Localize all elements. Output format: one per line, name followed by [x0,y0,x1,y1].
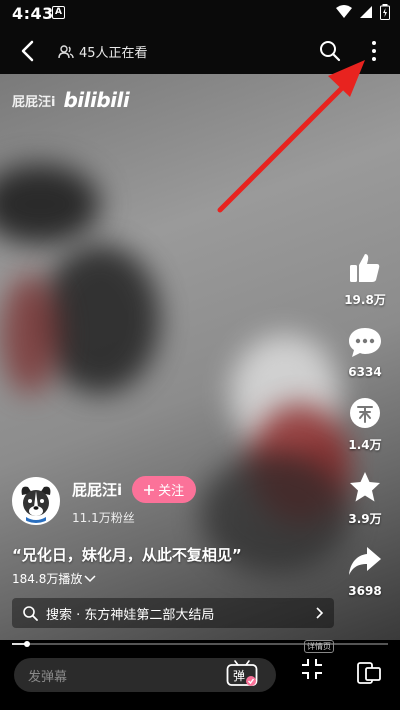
dog-avatar-icon [14,479,58,523]
status-bar: 4:43 A [0,0,400,28]
side-actions: 19.8万 6334 1.4万 3.9万 3698 [342,248,388,612]
viewers-indicator: 45人正在看 [58,42,148,61]
comment-button[interactable]: 6334 [345,322,385,379]
coin-count: 1.4万 [348,438,382,452]
fans-count: 11.1万粉丝 [72,511,135,525]
back-button[interactable] [14,38,40,64]
bottom-bar: 发弹幕 弹 详情页 [0,640,400,710]
landscape-mode-button[interactable] [356,660,382,690]
danmaku-placeholder: 发弹幕 [28,670,68,685]
more-dot [372,57,376,61]
related-search-text: 搜索 · 东方神娃第二部大结局 [46,607,215,623]
comment-icon [349,328,381,357]
avatar[interactable] [12,477,60,525]
coin-button[interactable]: 1.4万 [345,393,385,453]
favorite-button[interactable]: 3.9万 [345,467,385,527]
danmaku-button-label: 弹 [233,669,245,683]
video-blur-shape [0,164,100,244]
video-player[interactable]: 屁屁汪i bilibili 19.8万 6334 1.4万 3.9万 3698 [0,74,400,640]
status-icons [336,4,390,20]
share-button[interactable]: 3698 [345,541,385,598]
author-name[interactable]: 屁屁汪i [72,479,122,500]
chevron-down-icon [84,574,96,582]
author-section: 屁屁汪i 关注 11.1万粉丝 [12,476,197,526]
bilibili-logo: bilibili [63,88,130,112]
related-search-bar[interactable]: 搜索 · 东方神娃第二部大结局 [12,598,334,628]
search-button[interactable] [318,39,342,63]
thumbs-up-icon [349,254,380,282]
video-watermark: 屁屁汪i bilibili [12,88,130,112]
signal-icon [360,6,372,18]
watermark-uploader: 屁屁汪i [12,94,56,110]
progress-bar[interactable] [0,640,400,648]
notification-icon: A [52,6,65,19]
share-icon [349,547,381,575]
comment-count: 6334 [348,365,382,379]
favorite-count: 3.9万 [348,512,382,526]
coin-icon [350,398,380,428]
video-blur-shape [0,274,60,394]
follow-label: 关注 [158,484,185,499]
search-icon [320,41,341,62]
danmaku-icon: 弹 [226,660,258,686]
fullscreen-icon [302,659,322,679]
back-arrow-icon [21,40,34,62]
more-dot [372,41,376,45]
chevron-right-icon [316,607,324,619]
details-page-label[interactable]: 详情页 [304,640,334,653]
viewers-icon [58,44,74,58]
more-options-button[interactable] [362,38,386,64]
landscape-icon [357,662,381,684]
viewers-text: 45人正在看 [79,46,148,61]
follow-button[interactable]: 关注 [132,476,197,503]
search-icon [23,606,38,621]
danmaku-toggle-button[interactable]: 弹 [222,657,262,691]
status-time: 4:43 [12,4,54,23]
wifi-icon [336,5,352,18]
top-bar: 45人正在看 [0,28,400,74]
video-title[interactable]: “兄化日，妹化月，从此不复相见” [12,544,242,565]
plus-icon [144,484,155,495]
fullscreen-button[interactable] [300,658,324,698]
play-count-text: 184.8万播放 [12,572,83,586]
more-dot [372,49,376,53]
battery-icon [380,4,390,20]
like-count: 19.8万 [344,293,386,307]
like-button[interactable]: 19.8万 [344,248,386,308]
progress-handle[interactable] [24,641,31,647]
star-icon [350,472,380,502]
share-count: 3698 [348,584,382,598]
play-count[interactable]: 184.8万播放 [12,570,96,587]
